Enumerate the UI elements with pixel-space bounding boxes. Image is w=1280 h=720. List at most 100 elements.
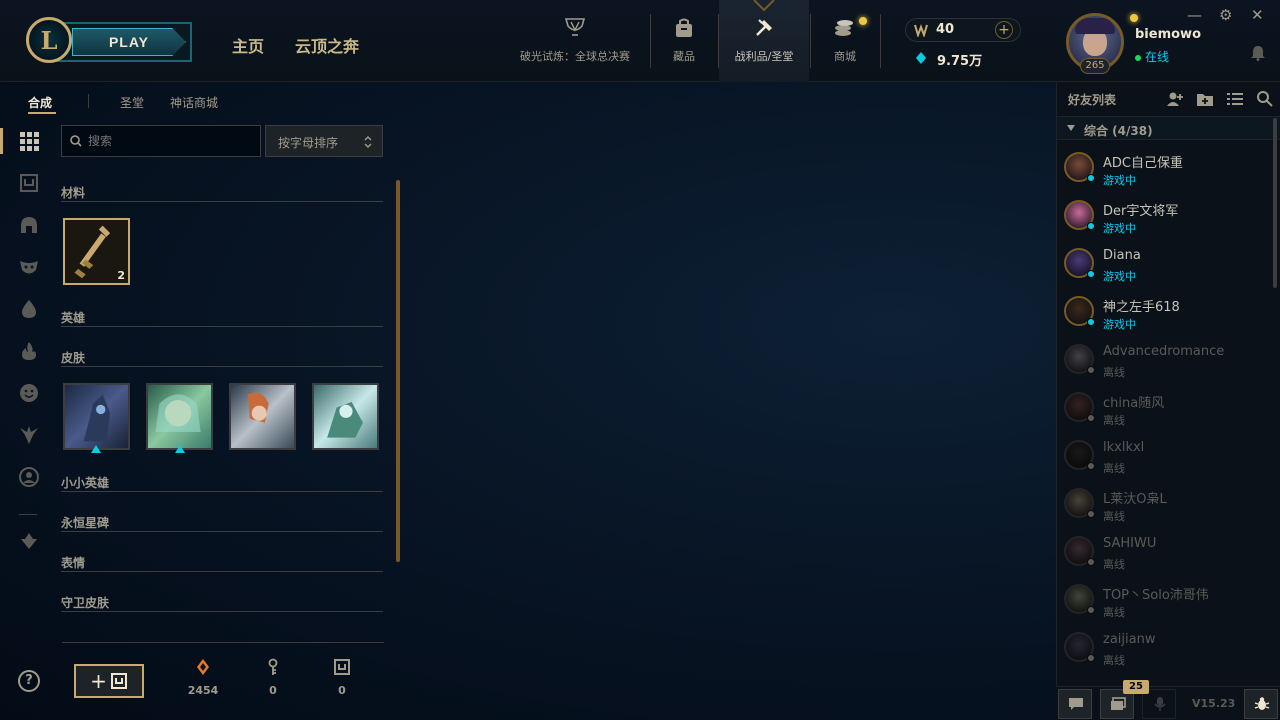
friend-row[interactable]: ADC自己保重 游戏中 (1057, 144, 1277, 192)
friend-row[interactable]: lkxlkxl 离线 (1057, 432, 1277, 480)
little-legend-egg-icon[interactable] (18, 298, 40, 320)
bug-report-button[interactable] (1244, 689, 1278, 719)
league-client-window: L PLAY 主页 云顶之奔 破光试炼：全球总决赛 藏品 战利品/圣堂 商城 4… (0, 0, 1280, 720)
username[interactable]: biemowo (1135, 27, 1201, 42)
worlds-trophy-icon (564, 18, 586, 36)
tab-sanctum[interactable]: 圣堂 (120, 94, 144, 111)
tab-mythic-shop[interactable]: 神话商城 (170, 94, 218, 111)
category-title: 皮肤 (61, 351, 86, 365)
friend-status-dot (1087, 318, 1095, 326)
friend-status-dot (1087, 366, 1095, 374)
sort-dropdown[interactable]: 按字母排序 (265, 125, 383, 157)
loot-item-skin[interactable] (63, 383, 130, 450)
ward-skin-icon[interactable] (18, 424, 40, 446)
friend-row[interactable]: L莱汏O枭L 离线 (1057, 480, 1277, 528)
friend-row[interactable]: TOP丶Solo沛哥伟 离线 (1057, 576, 1277, 624)
nav-collection[interactable]: 藏品 (664, 16, 704, 82)
store-coins-icon (835, 20, 853, 36)
tab-active-underline (28, 112, 56, 114)
friend-row[interactable]: 神之左手618 游戏中 (1057, 288, 1277, 336)
category-little-legends: 小小英雄 (61, 472, 383, 492)
key-fragment-resource: 0 (253, 658, 293, 697)
tab-crafting[interactable]: 合成 (28, 94, 52, 111)
notification-bell-icon[interactable] (1251, 45, 1265, 61)
search-field[interactable] (61, 125, 261, 157)
friend-row[interactable]: Advancedromance 离线 (1057, 336, 1277, 384)
add-friend-icon[interactable] (1166, 90, 1184, 108)
friend-status: 离线 (1103, 462, 1125, 475)
search-icon[interactable] (1256, 90, 1274, 108)
all-items-grid-icon[interactable] (18, 130, 40, 152)
nav-store[interactable]: 商城 (825, 16, 865, 82)
close-button[interactable]: ✕ (1251, 6, 1264, 24)
friend-row[interactable]: zaijianw 离线 (1057, 624, 1277, 672)
key-fragment-amount: 0 (269, 684, 277, 697)
friend-group-general[interactable]: 综合 (4/38) (1057, 116, 1280, 140)
missions-count-badge: 25 (1123, 680, 1149, 694)
friend-name: 神之左手618 (1103, 300, 1180, 315)
user-status[interactable]: 在线 (1135, 48, 1169, 65)
top-navigation-bar: L PLAY 主页 云顶之奔 破光试炼：全球总决赛 藏品 战利品/圣堂 商城 4… (0, 0, 1280, 82)
loot-scrollbar[interactable] (396, 180, 400, 562)
search-icon (70, 135, 82, 147)
category-title: 材料 (61, 186, 86, 200)
friend-name: zaijianw (1103, 632, 1156, 647)
nav-divider (880, 14, 881, 68)
friend-name: Advancedromance (1103, 344, 1225, 359)
chat-button[interactable] (1058, 689, 1092, 719)
play-button[interactable]: PLAY (52, 22, 192, 62)
friend-name: ADC自己保重 (1103, 156, 1183, 171)
emote-smiley-icon[interactable] (18, 382, 40, 404)
league-logo-icon[interactable]: L (26, 17, 72, 63)
play-button-label[interactable]: PLAY (72, 28, 186, 56)
nav-divider (650, 14, 651, 68)
eternals-flame-icon[interactable] (18, 340, 40, 362)
friend-status: 游戏中 (1103, 318, 1136, 331)
category-emotes: 表情 (61, 552, 383, 572)
buy-rp-button[interactable]: + (995, 21, 1013, 39)
bug-icon (1254, 697, 1270, 710)
nav-divider (810, 14, 811, 68)
craft-key-chest-button[interactable]: + (74, 664, 144, 698)
skin-mask-icon[interactable] (18, 256, 40, 278)
loot-item-skin[interactable] (229, 383, 296, 450)
search-input[interactable] (88, 132, 248, 150)
nav-worlds-event[interactable]: 破光试炼：全球总决赛 (510, 16, 640, 82)
upgrade-arrow-icon (91, 445, 101, 453)
list-view-icon[interactable] (1226, 90, 1244, 108)
friend-row[interactable]: Der宇文将军 游戏中 (1057, 192, 1277, 240)
category-title: 守卫皮肤 (61, 596, 110, 610)
loot-item-skin[interactable] (146, 383, 213, 450)
help-button[interactable]: ? (18, 670, 40, 692)
chest-filter-icon[interactable] (18, 172, 40, 194)
friend-status: 离线 (1103, 606, 1125, 619)
crafting-arrow-icon[interactable] (18, 530, 40, 552)
chat-bubble-icon (1069, 698, 1083, 710)
icon-filter-icon[interactable] (18, 466, 40, 488)
loot-item-hextech-key[interactable]: 2 (63, 218, 130, 285)
level-badge: 265 (1080, 58, 1110, 74)
nav-home[interactable]: 主页 (232, 33, 264, 57)
add-folder-icon[interactable] (1196, 90, 1214, 108)
friend-status-dot (1087, 270, 1095, 278)
friend-row[interactable]: china随风 离线 (1057, 384, 1277, 432)
friend-row[interactable]: Diana 游戏中 (1057, 240, 1277, 288)
friend-row[interactable]: SAHIWU 离线 (1057, 528, 1277, 576)
nav-loot[interactable]: 战利品/圣堂 (722, 16, 806, 82)
category-champions: 英雄 (61, 307, 383, 327)
friend-status-dot (1087, 654, 1095, 662)
riot-points-icon (914, 24, 928, 37)
nav-worlds-label: 破光试炼：全球总决赛 (520, 50, 630, 63)
loot-hammer-icon (756, 19, 772, 36)
friend-name: china随风 (1103, 396, 1165, 411)
nav-tft[interactable]: 云顶之奔 (295, 33, 359, 57)
client-version: V15.23 (1192, 697, 1236, 710)
champion-helmet-icon[interactable] (18, 214, 40, 236)
friend-status: 离线 (1103, 654, 1125, 667)
loot-item-skin[interactable] (312, 383, 379, 450)
friends-title: 好友列表 (1068, 93, 1117, 107)
key-fragment-icon (268, 658, 278, 675)
minimize-button[interactable]: — (1187, 6, 1202, 24)
nav-loot-label: 战利品/圣堂 (734, 50, 794, 63)
settings-gear-icon[interactable]: ⚙ (1219, 6, 1232, 24)
